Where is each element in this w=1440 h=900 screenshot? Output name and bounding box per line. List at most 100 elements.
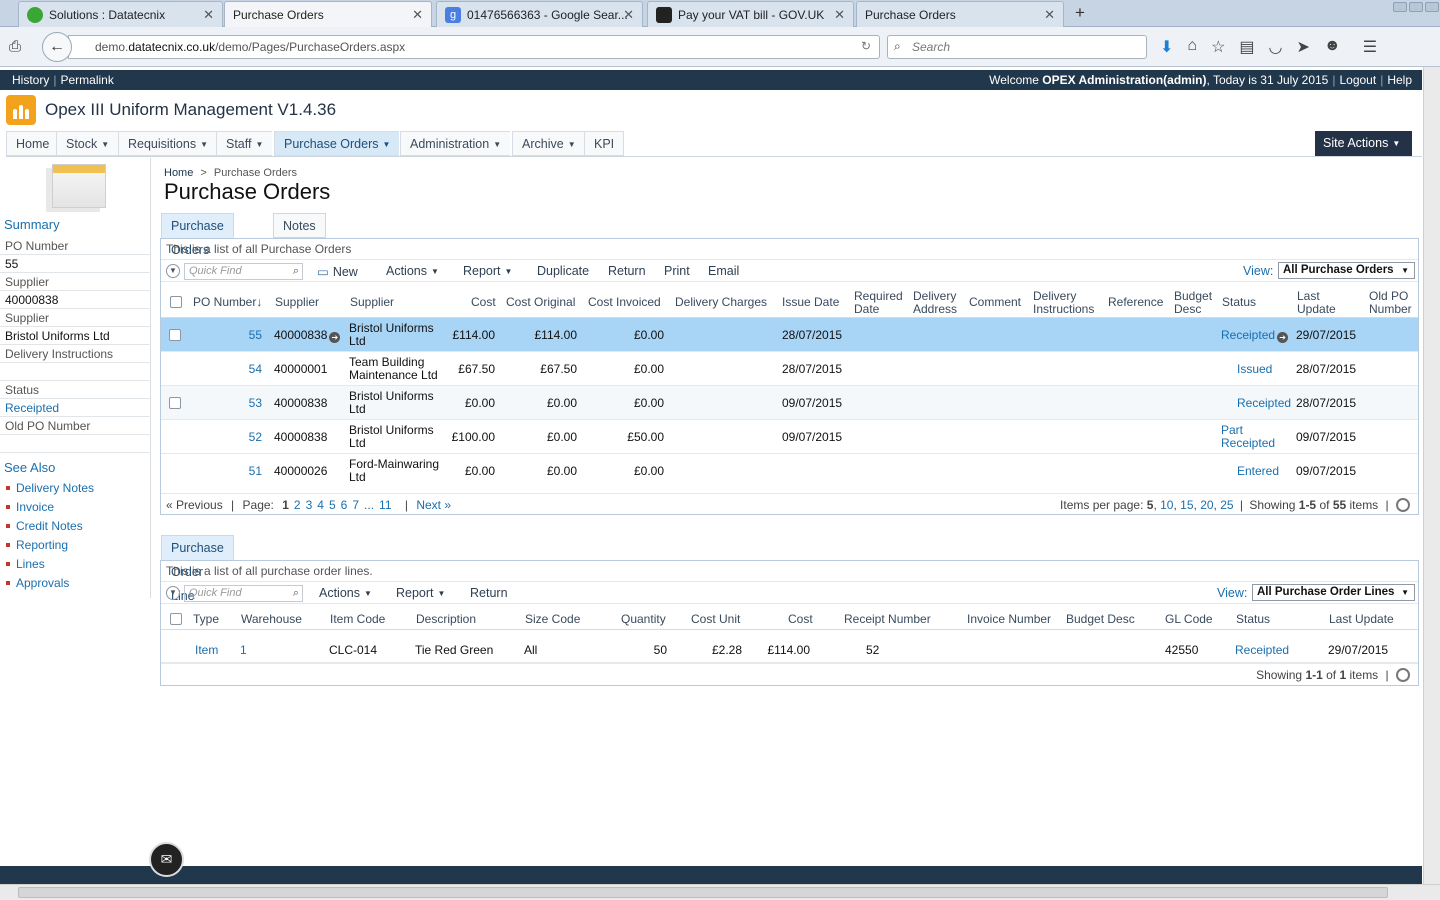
col-description[interactable]: Description xyxy=(416,613,476,626)
maximize-icon[interactable] xyxy=(1409,2,1423,12)
po-number-link[interactable]: 52 xyxy=(221,431,262,444)
menu-requisitions[interactable]: Requisitions ▼ xyxy=(118,131,218,156)
close-icon[interactable]: ✕ xyxy=(623,7,634,23)
col-cost[interactable]: Cost xyxy=(471,296,496,309)
summary-value[interactable]: Receipted xyxy=(0,399,151,417)
breadcrumb-home[interactable]: Home xyxy=(164,167,193,179)
chat-icon[interactable]: ☻ xyxy=(1324,37,1341,57)
status-link[interactable]: Entered xyxy=(1237,465,1279,478)
send-icon[interactable]: ➤ xyxy=(1297,37,1310,57)
new-button[interactable]: ▭ New xyxy=(317,264,358,279)
home-icon[interactable]: ⌂ xyxy=(1187,37,1197,57)
previous-link[interactable]: « Previous xyxy=(166,498,223,512)
return-button[interactable]: Return xyxy=(470,586,508,600)
page-link[interactable]: 5 xyxy=(329,498,336,512)
print-button[interactable]: Print xyxy=(664,264,690,278)
select-all-checkbox[interactable] xyxy=(170,613,182,625)
arrow-right-circle-icon[interactable]: ➔ xyxy=(329,332,341,343)
col-issue-date[interactable]: Issue Date xyxy=(782,296,839,309)
page-link[interactable]: 2 xyxy=(294,498,301,512)
actions-menu[interactable]: Actions ▼ xyxy=(319,586,372,600)
col-cost-invoiced[interactable]: Cost Invoiced xyxy=(588,296,661,309)
page-size-link[interactable]: 15 xyxy=(1180,498,1193,512)
reading-list-icon[interactable]: ▤ xyxy=(1239,37,1254,57)
browser-tab[interactable]: Solutions : Datatecnix ✕ xyxy=(18,1,223,27)
refresh-icon[interactable] xyxy=(1396,498,1410,512)
tab-notes[interactable]: Notes xyxy=(273,213,326,238)
see-also-link-lines[interactable]: Lines xyxy=(6,557,45,571)
page-link[interactable]: 3 xyxy=(306,498,313,512)
status-link[interactable]: Receipted xyxy=(1235,644,1289,657)
next-link[interactable]: Next » xyxy=(416,498,451,512)
warehouse-link[interactable]: 1 xyxy=(240,644,247,657)
col-comment[interactable]: Comment xyxy=(969,296,1021,309)
browser-tab[interactable]: Pay your VAT bill - GOV.UK ✕ xyxy=(647,1,854,27)
col-budget-desc[interactable]: Budget Desc xyxy=(1066,613,1135,626)
col-gl-code[interactable]: GL Code xyxy=(1165,613,1213,626)
col-receipt-number[interactable]: Receipt Number xyxy=(844,613,931,626)
status-link[interactable]: Receipted xyxy=(1237,397,1291,410)
collapse-icon[interactable]: ▼ xyxy=(166,264,180,278)
permalink-link[interactable]: Permalink xyxy=(60,73,113,87)
minimize-icon[interactable] xyxy=(1393,2,1407,12)
menu-staff[interactable]: Staff ▼ xyxy=(216,131,273,156)
see-also-link-credit-notes[interactable]: Credit Notes xyxy=(6,519,83,533)
page-link[interactable]: 7 xyxy=(352,498,359,512)
menu-purchase-orders[interactable]: Purchase Orders ▼ xyxy=(274,131,400,156)
col-invoice-number[interactable]: Invoice Number xyxy=(967,613,1051,626)
vertical-scrollbar[interactable] xyxy=(1423,67,1440,884)
page-size-link[interactable]: 10 xyxy=(1160,498,1173,512)
po-number-link[interactable]: 53 xyxy=(221,397,262,410)
tab-purchase-order-line[interactable]: Purchase Order Line xyxy=(161,535,234,603)
browser-search-input[interactable]: ⌕ Search xyxy=(887,35,1147,59)
email-button[interactable]: Email xyxy=(708,264,739,278)
pol-quick-find-input[interactable]: Quick Find ⌕ xyxy=(184,585,303,602)
status-link[interactable]: Receipted ➔ xyxy=(1221,329,1289,343)
col-item-code[interactable]: Item Code xyxy=(330,613,385,626)
col-cost-unit[interactable]: Cost Unit xyxy=(691,613,740,626)
po-number-link[interactable]: 54 xyxy=(221,363,262,376)
table-row[interactable]: 54 40000001 Team Building Maintenance Lt… xyxy=(161,352,1418,386)
col-reference[interactable]: Reference xyxy=(1108,296,1163,309)
see-also-link-approvals[interactable]: Approvals xyxy=(6,576,69,590)
menu-icon[interactable]: ☰ xyxy=(1363,37,1377,57)
menu-stock[interactable]: Stock ▼ xyxy=(56,131,119,156)
menu-kpi[interactable]: KPI xyxy=(584,131,625,156)
col-warehouse[interactable]: Warehouse xyxy=(241,613,302,626)
select-all-checkbox[interactable] xyxy=(170,296,182,308)
reload-icon[interactable]: ↻ xyxy=(861,39,871,53)
table-row[interactable]: 51 40000026 Ford-Mainwaring Ltd £0.00 £0… xyxy=(161,454,1418,488)
return-button[interactable]: Return xyxy=(608,264,646,278)
actions-menu[interactable]: Actions ▼ xyxy=(386,264,439,278)
site-title[interactable]: Opex III Uniform Management V1.4.36 xyxy=(45,100,336,120)
col-quantity[interactable]: Quantity xyxy=(621,613,666,626)
pocket-icon[interactable]: ◡ xyxy=(1269,37,1283,57)
col-cost[interactable]: Cost xyxy=(788,613,813,626)
col-old-po-number[interactable]: Old PO Number xyxy=(1369,290,1417,316)
history-link[interactable]: History xyxy=(12,73,49,87)
collapse-icon[interactable]: ▼ xyxy=(166,586,180,600)
page-size-link[interactable]: 20 xyxy=(1200,498,1213,512)
site-actions-button[interactable]: Site Actions ▼ xyxy=(1315,131,1412,156)
see-also-link-reporting[interactable]: Reporting xyxy=(6,538,68,552)
logout-link[interactable]: Logout xyxy=(1339,73,1376,87)
see-also-link-delivery-notes[interactable]: Delivery Notes xyxy=(6,481,94,495)
see-also-link-invoice[interactable]: Invoice xyxy=(6,500,54,514)
scrollbar-thumb[interactable] xyxy=(18,887,1388,898)
table-row[interactable]: Item 1 CLC-014 Tie Red Green All 50 £2.2… xyxy=(161,632,1418,663)
menu-archive[interactable]: Archive ▼ xyxy=(512,131,585,156)
status-link[interactable]: Issued xyxy=(1237,363,1272,376)
po-number-link[interactable]: 51 xyxy=(221,465,262,478)
po-number-link[interactable]: 55 xyxy=(221,329,262,342)
page-link[interactable]: 6 xyxy=(341,498,348,512)
duplicate-button[interactable]: Duplicate xyxy=(537,264,589,278)
col-size-code[interactable]: Size Code xyxy=(525,613,580,626)
col-last-update[interactable]: Last Update xyxy=(1329,613,1394,626)
site-logo[interactable] xyxy=(6,95,36,125)
col-supplier[interactable]: Supplier xyxy=(350,296,394,309)
tab-purchase-orders[interactable]: Purchase Orders xyxy=(161,213,234,257)
col-budget-desc[interactable]: Budget Desc xyxy=(1174,290,1216,316)
menu-administration[interactable]: Administration ▼ xyxy=(400,131,511,156)
print-icon[interactable]: ⎙ xyxy=(9,38,21,55)
menu-home[interactable]: Home xyxy=(6,131,59,156)
